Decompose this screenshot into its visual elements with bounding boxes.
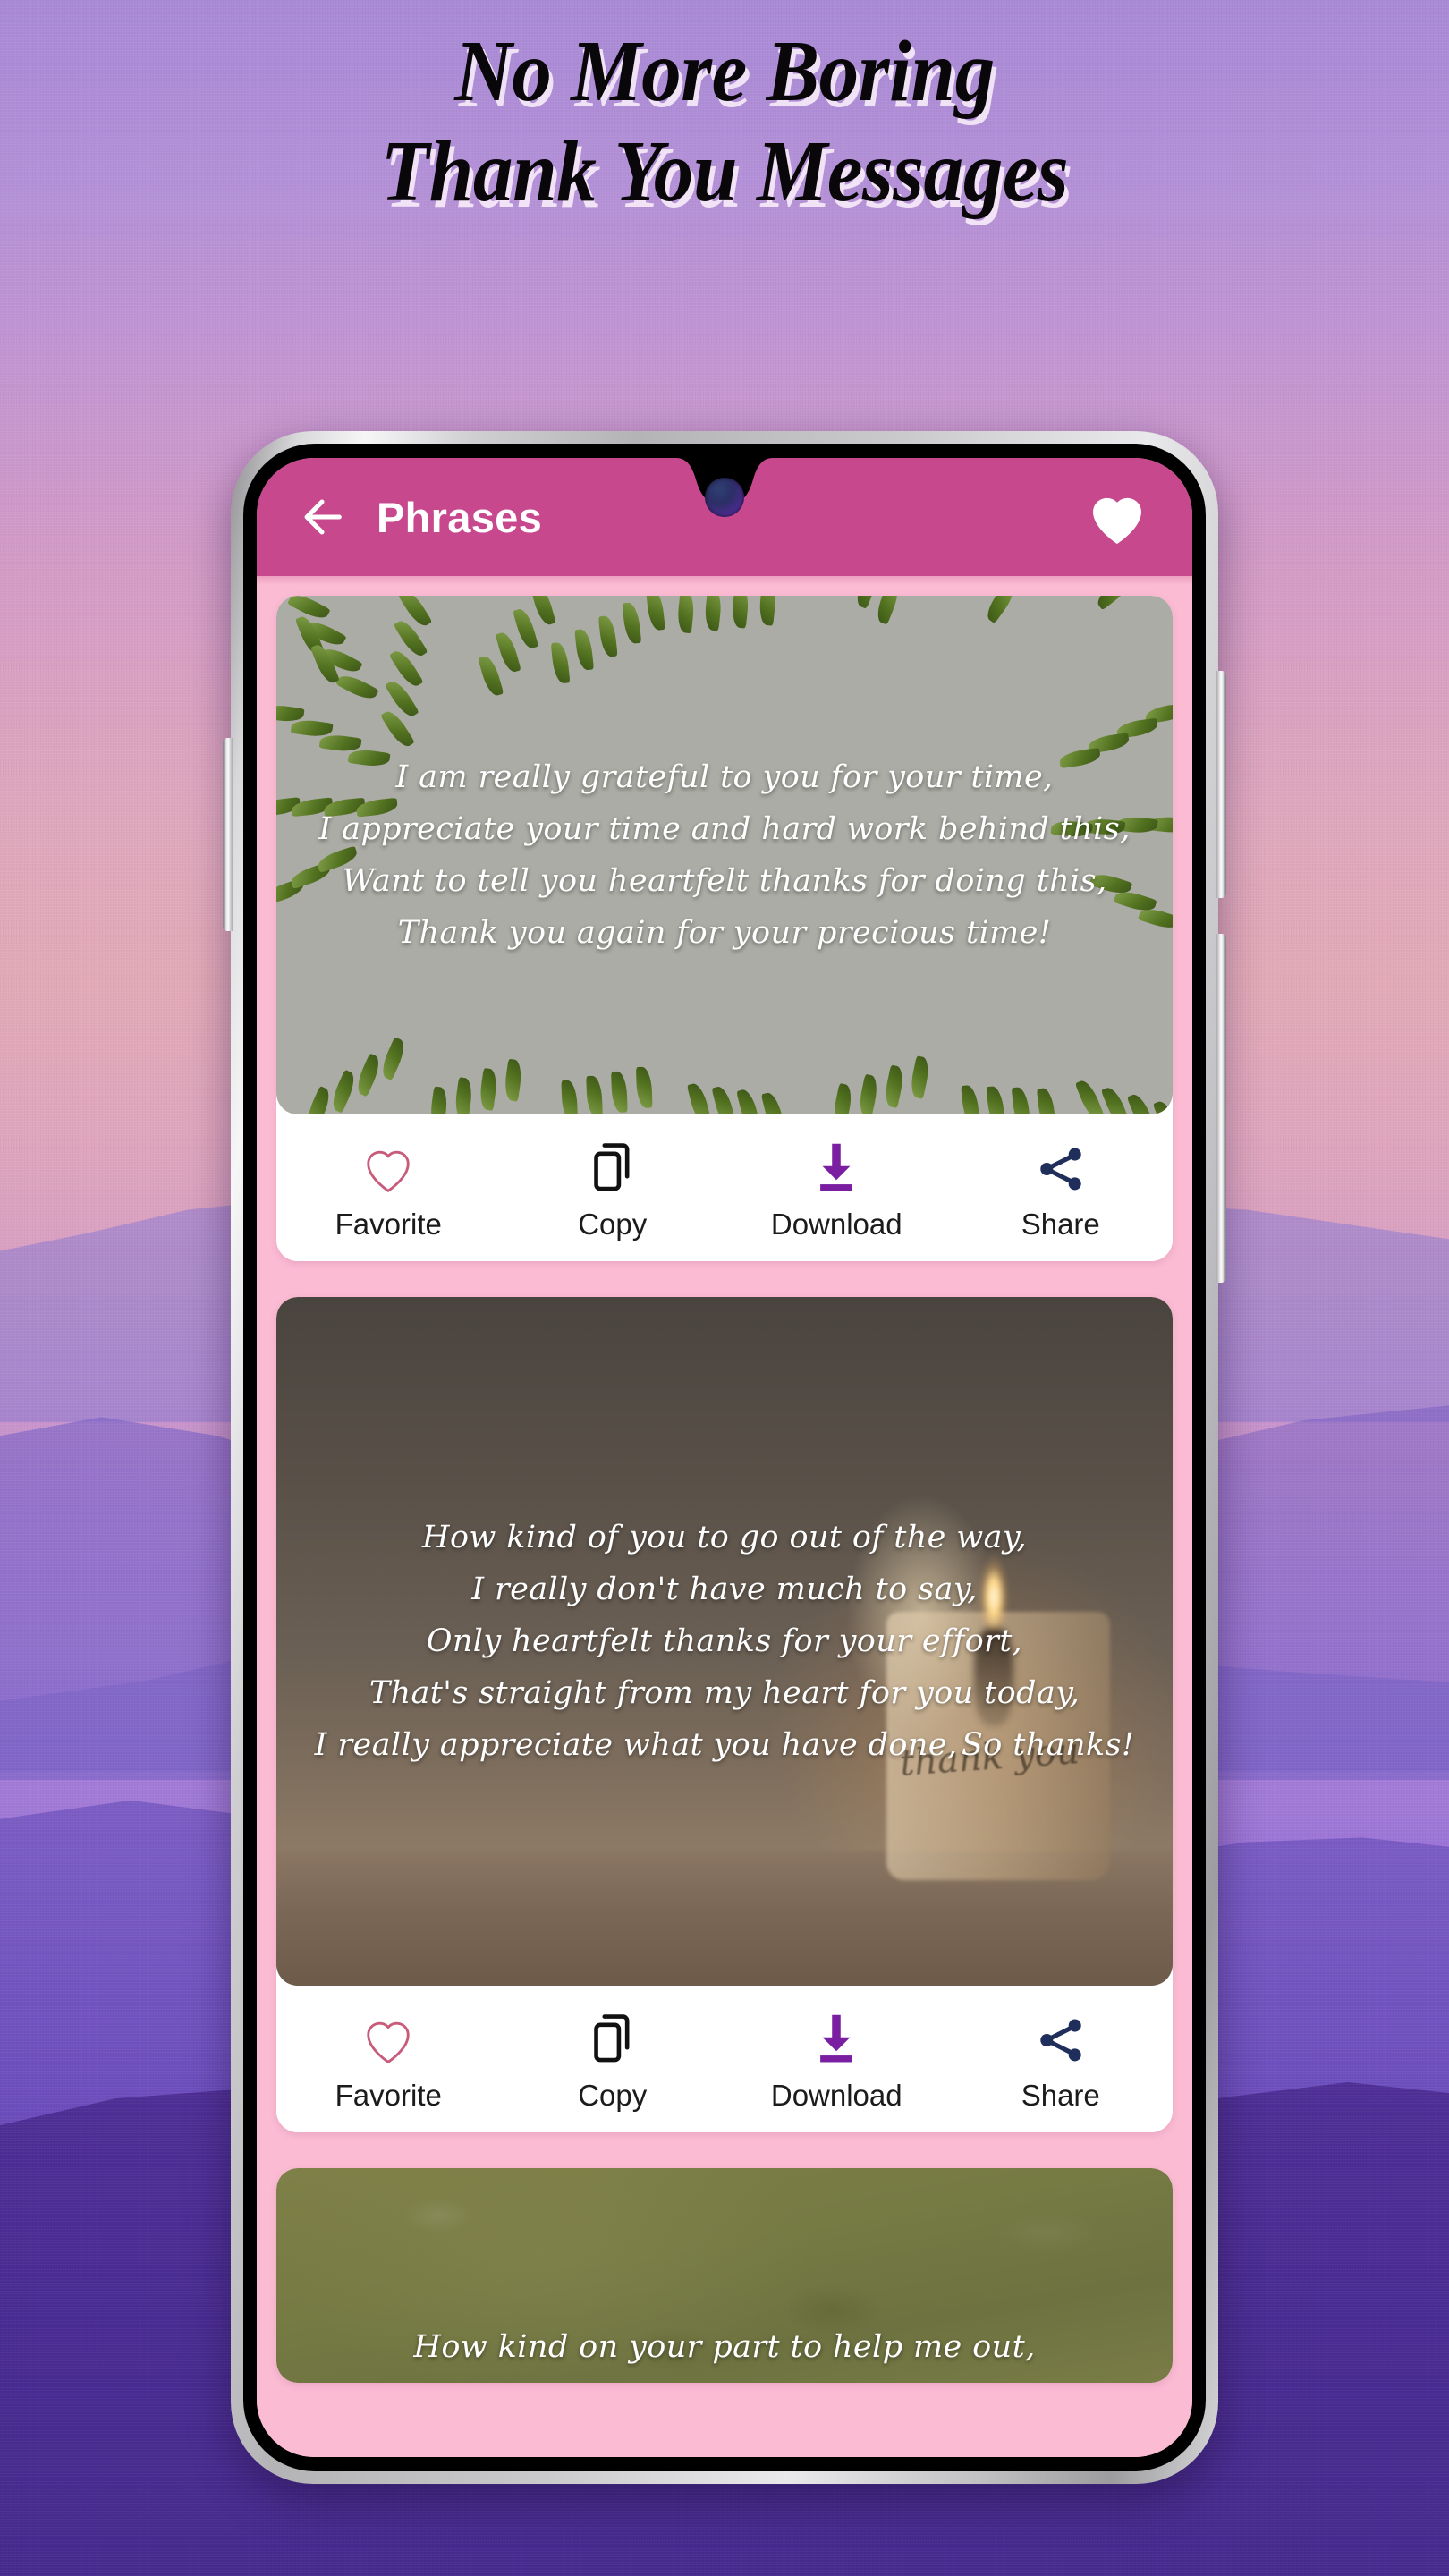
app-bar: Phrases: [257, 458, 1192, 585]
card-action-bar: Favorite Copy Download Share: [276, 1986, 1173, 2132]
copy-label: Copy: [578, 1208, 648, 1241]
phrase-line: How kind of you to go out of the way,: [422, 1520, 1027, 1555]
favorites-heart-icon[interactable]: [1085, 487, 1149, 547]
phrase-card[interactable]: How kind on your part to help me out,: [276, 2168, 1173, 2383]
download-label: Download: [770, 2079, 902, 2112]
download-button[interactable]: Download: [724, 2007, 949, 2113]
download-icon: [810, 1136, 862, 1195]
phrase-line: How kind on your part to help me out,: [413, 2329, 1036, 2365]
copy-button[interactable]: Copy: [501, 1136, 725, 1241]
copy-icon: [588, 2007, 638, 2066]
phrase-line: I appreciate your time and hard work beh…: [318, 811, 1131, 847]
phone-mockup: Phrases I am really grateful to you for …: [223, 431, 1226, 2484]
card-action-bar: Favorite Copy Download Share: [276, 1114, 1173, 1261]
share-icon: [1035, 1136, 1087, 1195]
phrase-line: That's straight from my heart for you to…: [369, 1675, 1080, 1711]
phrase-card[interactable]: I am really grateful to you for your tim…: [276, 596, 1173, 1261]
headline-line-2: Thank You Messages: [380, 123, 1069, 219]
favorite-label: Favorite: [335, 2079, 442, 2112]
download-icon: [810, 2007, 862, 2066]
phone-screen: Phrases I am really grateful to you for …: [257, 458, 1192, 2457]
volume-button-left[interactable]: [223, 738, 233, 931]
share-label: Share: [1021, 1208, 1100, 1241]
favorite-button[interactable]: Favorite: [276, 2007, 501, 2113]
phrase-text: How kind of you to go out of the way, I …: [276, 1512, 1173, 1771]
download-button[interactable]: Download: [724, 1136, 949, 1241]
phrase-image-candle: thank you How kind of you to go out of t…: [276, 1297, 1173, 1986]
phrase-line: Want to tell you heartfelt thanks for do…: [342, 863, 1107, 899]
promo-headline: No More Boring Thank You Messages: [0, 25, 1449, 218]
phrase-line: Thank you again for your precious time!: [397, 915, 1052, 951]
heart-outline-icon: [360, 2007, 416, 2066]
download-label: Download: [770, 1208, 902, 1241]
phrase-line: I am really grateful to you for your tim…: [395, 759, 1054, 795]
share-button[interactable]: Share: [949, 2007, 1174, 2113]
share-button[interactable]: Share: [949, 1136, 1174, 1241]
copy-button[interactable]: Copy: [501, 2007, 725, 2113]
front-camera-lens: [705, 478, 744, 517]
page-title: Phrases: [377, 493, 543, 541]
favorite-label: Favorite: [335, 1208, 442, 1241]
phrase-line: I really don't have much to say,: [471, 1572, 978, 1607]
headline-line-1: No More Boring: [454, 23, 995, 119]
share-icon: [1035, 2007, 1087, 2066]
phrase-image-botanical: I am really grateful to you for your tim…: [276, 596, 1173, 1114]
camera-notch: [637, 458, 812, 537]
phrase-text: I am really grateful to you for your tim…: [276, 751, 1173, 959]
phrase-image-olive: How kind on your part to help me out,: [276, 2168, 1173, 2383]
phrase-text: How kind on your part to help me out,: [276, 2321, 1173, 2373]
copy-icon: [588, 1136, 638, 1195]
copy-label: Copy: [578, 2079, 648, 2112]
phrase-line: So thanks!: [961, 1727, 1135, 1763]
power-button[interactable]: [1216, 934, 1226, 1283]
share-label: Share: [1021, 2079, 1100, 2112]
heart-outline-icon: [360, 1136, 416, 1195]
phrase-line: I really appreciate what you have done,: [314, 1727, 958, 1763]
phrase-card[interactable]: thank you How kind of you to go out of t…: [276, 1297, 1173, 2132]
back-arrow-icon[interactable]: [296, 491, 348, 543]
phrase-line: Only heartfelt thanks for your effort,: [426, 1623, 1023, 1659]
phrases-list[interactable]: I am really grateful to you for your tim…: [257, 576, 1192, 2457]
favorite-button[interactable]: Favorite: [276, 1136, 501, 1241]
volume-button-right[interactable]: [1216, 671, 1226, 898]
